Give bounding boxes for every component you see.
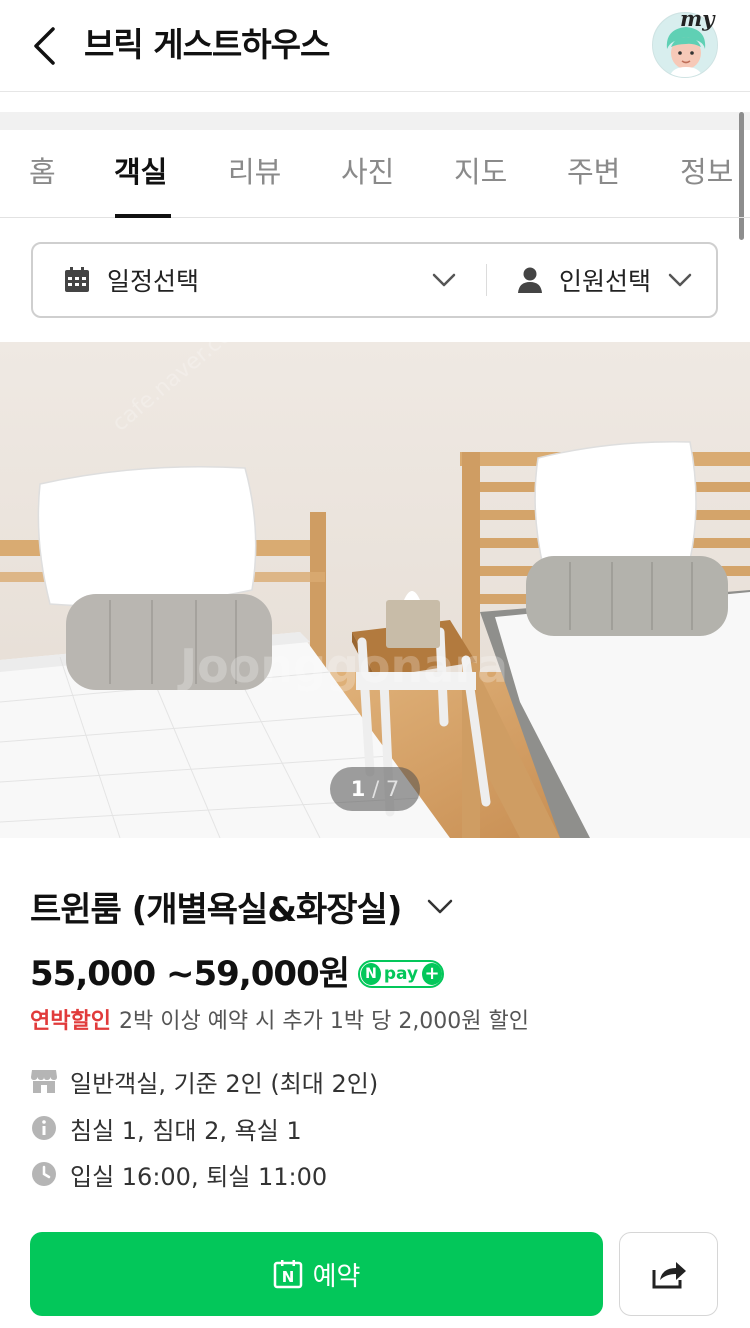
date-select[interactable]: 일정선택	[63, 244, 483, 316]
clock-icon	[30, 1160, 58, 1188]
photo-counter-separator: /	[365, 777, 386, 801]
section-divider	[0, 112, 750, 130]
chevron-down-icon	[432, 273, 456, 287]
tab-bar: 홈 객실 리뷰 사진 지도 주변 정보	[0, 130, 750, 218]
npay-badge: N pay +	[358, 960, 444, 988]
discount-text: 2박 이상 예약 시 추가 1박 당 2,000원 할인	[118, 1009, 530, 1034]
room-time-text: 입실 16:00, 퇴실 11:00	[70, 1162, 328, 1191]
tab-photos[interactable]: 사진	[341, 150, 394, 194]
tab-info[interactable]: 정보	[680, 150, 733, 194]
reserve-icon-letter: N	[281, 1268, 294, 1286]
room-price: 55,000 ~59,000원	[30, 954, 350, 994]
photo-counter: 1 / 7	[330, 767, 420, 811]
tab-home[interactable]: 홈	[29, 150, 56, 194]
room-type-text: 일반객실, 기준 2인 (최대 2인)	[70, 1069, 379, 1098]
chevron-left-icon	[34, 27, 55, 65]
back-button[interactable]	[22, 22, 66, 70]
active-tab-indicator	[115, 214, 171, 218]
room-time-info: 입실 16:00, 퇴실 11:00	[30, 1157, 327, 1191]
room-photo-image: Joonggonara cafe.naver.com/joonggonara	[0, 342, 750, 838]
room-name[interactable]: 트윈룸 (개별욕실&화장실)	[30, 886, 402, 934]
tab-rooms[interactable]: 객실	[114, 150, 167, 194]
person-icon	[518, 267, 542, 293]
calendar-icon	[65, 267, 89, 292]
room-photo[interactable]: Joonggonara cafe.naver.com/joonggonara	[0, 342, 750, 838]
share-icon	[652, 1262, 686, 1289]
tab-nearby[interactable]: 주변	[567, 150, 620, 194]
npay-text: pay	[383, 964, 419, 984]
tab-reviews[interactable]: 리뷰	[228, 150, 281, 194]
selector-divider	[486, 264, 487, 296]
discount-label: 연박할인	[30, 1009, 111, 1034]
info-icon	[30, 1114, 58, 1142]
room-bed-info: 침실 1, 침대 2, 욕실 1	[30, 1111, 302, 1145]
room-bed-text: 침실 1, 침대 2, 욕실 1	[70, 1116, 302, 1145]
date-select-label: 일정선택	[107, 267, 200, 296]
room-type-info: 일반객실, 기준 2인 (최대 2인)	[30, 1064, 378, 1098]
svg-text:Joonggonara: Joonggonara	[177, 639, 508, 693]
store-icon	[30, 1067, 58, 1095]
people-select-label: 인원선택	[559, 267, 652, 296]
npay-n-icon: N	[361, 963, 381, 985]
chevron-down-icon[interactable]	[426, 896, 454, 916]
share-button[interactable]	[619, 1232, 718, 1316]
discount-info: 연박할인 2박 이상 예약 시 추가 1박 당 2,000원 할인	[30, 1006, 529, 1038]
people-select[interactable]: 인원선택	[517, 244, 717, 316]
app-header: 브릭 게스트하우스 my	[0, 0, 750, 92]
avatar-badge: my	[680, 6, 715, 31]
reserve-button[interactable]: N 예약	[30, 1232, 603, 1316]
chevron-down-icon	[668, 273, 692, 287]
npay-plus-icon: +	[422, 963, 442, 985]
naver-booking-icon: N	[273, 1260, 302, 1289]
photo-counter-total: 7	[385, 777, 400, 801]
reserve-button-label: 예약	[312, 1261, 361, 1292]
page-title: 브릭 게스트하우스	[84, 25, 330, 64]
booking-selector: 일정선택 인원선택	[31, 242, 718, 318]
tab-map[interactable]: 지도	[454, 150, 507, 194]
photo-counter-current: 1	[350, 777, 366, 801]
